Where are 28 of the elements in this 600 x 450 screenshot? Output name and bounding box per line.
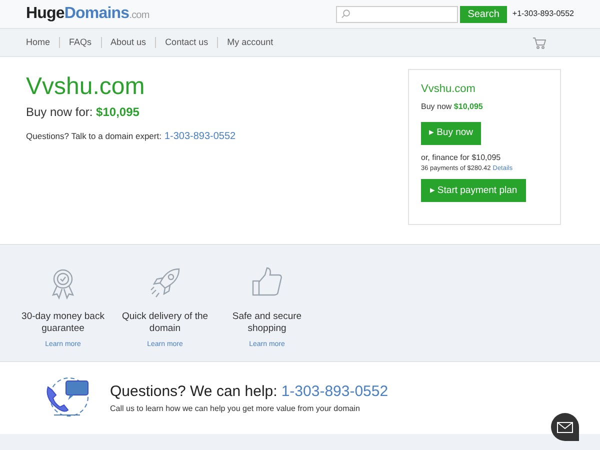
card-price: Buy now $10,095 (421, 100, 484, 112)
feature-title: Quick delivery of the domain (120, 311, 210, 335)
finance-text: or, finance for $10,095 (421, 152, 502, 164)
phone-link[interactable]: 1-303-893-0552 (164, 129, 236, 144)
email-button[interactable] (551, 413, 579, 441)
nav-link[interactable]: Home (26, 36, 50, 50)
search-button[interactable]: Search (460, 6, 508, 22)
feature-title: Safe and secure shopping (231, 311, 303, 335)
help-phone-link[interactable]: 1-303-893-0552 (281, 380, 388, 404)
nav-link[interactable]: About us (110, 36, 146, 50)
nav-link[interactable]: My account (227, 36, 274, 50)
feature-title: 30-day money back guarantee (20, 311, 106, 335)
search-icon (340, 9, 350, 19)
search-field[interactable] (336, 6, 458, 22)
site-logo[interactable]: HugeDomains.com (26, 2, 150, 26)
buy-price: Buy now for: $10,095 (26, 104, 140, 121)
buy-now-button[interactable]: ▸ Buy now (421, 122, 481, 144)
card-domain-name: Vvshu.com (421, 82, 476, 97)
domain-name: Vvshu.com (26, 73, 146, 101)
nav-link[interactable]: Contact us (165, 36, 208, 50)
payment-plan-button[interactable]: ▸ Start payment plan (421, 179, 526, 202)
phone-number: +1-303-893-0552 (512, 8, 574, 20)
question-text: Questions? Talk to a domain expert: (26, 130, 162, 143)
mail-icon (557, 422, 573, 432)
help-subtitle: Call us to learn how we can help you get more value from your domain (110, 403, 361, 416)
cart-icon[interactable] (533, 36, 546, 48)
nav-link[interactable]: FAQs (69, 36, 92, 50)
help-title: Questions? We can help: (110, 382, 278, 402)
